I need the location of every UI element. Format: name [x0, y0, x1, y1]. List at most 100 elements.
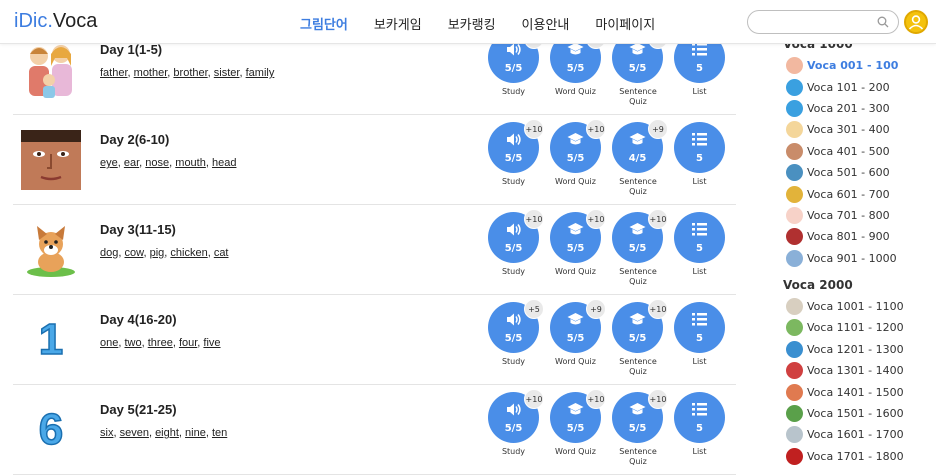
sidebar-item[interactable]: Voca 801 - 900 — [783, 226, 933, 247]
word-link[interactable]: chicken — [170, 247, 207, 259]
sentence-quiz-action: 5/5 +10 Sentence Quiz — [612, 209, 668, 287]
list-button[interactable]: 5 — [674, 122, 725, 173]
top-header: iDic.Voca 그림단어 보카게임 보카랭킹 이용안내 마이페이지 — [0, 0, 936, 44]
word-link[interactable]: six — [100, 427, 113, 439]
face-photo-icon — [21, 130, 81, 190]
sidebar-item[interactable]: Voca 101 - 200 — [783, 76, 933, 97]
word-link[interactable]: cow — [124, 247, 143, 259]
points-badge: +10 — [586, 209, 606, 229]
graduation-cap-icon — [629, 133, 646, 145]
word-link[interactable]: pig — [150, 247, 165, 259]
speaker-icon — [507, 403, 521, 416]
action-label: Sentence Quiz — [619, 267, 657, 286]
day-title[interactable]: Day 3(11-15) — [100, 222, 176, 237]
level-thumb-icon — [786, 249, 803, 267]
sidebar-item-label: Voca 101 - 200 — [807, 80, 890, 94]
day-title[interactable]: Day 2(6-10) — [100, 132, 169, 147]
sidebar-item-label: Voca 1301 - 1400 — [807, 364, 904, 378]
word-link[interactable]: mother — [134, 67, 168, 79]
sidebar-item[interactable]: Voca 1701 - 1800 — [783, 446, 933, 467]
score-text: 5/5 — [628, 63, 647, 74]
sidebar-item[interactable]: Voca 1501 - 1600 — [783, 403, 933, 424]
sidebar-item-label: Voca 1701 - 1800 — [807, 449, 904, 463]
list-button[interactable]: 5 — [674, 302, 725, 353]
site-logo[interactable]: iDic.Voca — [14, 10, 97, 33]
day-title[interactable]: Day 1(1-5) — [100, 42, 162, 57]
word-list: father, mother, brother, sister, family — [100, 67, 275, 79]
word-link[interactable]: nose — [145, 157, 169, 169]
sidebar-item[interactable]: Voca 1601 - 1700 — [783, 424, 933, 445]
nav-voca-game[interactable]: 보카게임 — [374, 14, 422, 33]
word-link[interactable]: sister — [214, 67, 240, 79]
word-link[interactable]: ten — [212, 427, 227, 439]
sidebar-item[interactable]: Voca 301 - 400 — [783, 119, 933, 140]
word-link[interactable]: one — [100, 337, 118, 349]
sidebar-item[interactable]: Voca 001 - 100 — [783, 55, 933, 76]
word-link[interactable]: family — [246, 67, 275, 79]
nav-voca-ranking[interactable]: 보카랭킹 — [448, 14, 496, 33]
points-badge: +10 — [648, 209, 668, 229]
sidebar-item[interactable]: Voca 901 - 1000 — [783, 248, 933, 269]
list-button[interactable]: 5 — [674, 212, 725, 263]
score-text: 5/5 — [566, 63, 585, 74]
day-title[interactable]: Day 4(16-20) — [100, 312, 177, 327]
lesson-actions: 5/5 +5 Study 5/5 +9 Word Quiz 5/5 +10 Sente… — [488, 299, 725, 377]
word-link[interactable]: dog — [100, 247, 118, 259]
score-text: 5/5 — [566, 153, 585, 164]
score-text: 5 — [696, 333, 703, 344]
action-label: Sentence Quiz — [619, 447, 657, 466]
sentence-quiz-action: 5/5 +10 Sentence Quiz — [612, 389, 668, 467]
score-text: 5/5 — [628, 243, 647, 254]
day-title[interactable]: Day 5(21-25) — [100, 402, 177, 417]
sidebar-item-label: Voca 1201 - 1300 — [807, 342, 904, 356]
word-link[interactable]: seven — [120, 427, 149, 439]
score-text: 5/5 — [566, 333, 585, 344]
score-text: 5/5 — [504, 333, 523, 344]
word-link[interactable]: five — [203, 337, 220, 349]
user-profile-icon[interactable] — [904, 10, 928, 34]
word-link[interactable]: head — [212, 157, 236, 169]
word-link[interactable]: mouth — [175, 157, 206, 169]
points-badge: +10 — [524, 209, 544, 229]
word-link[interactable]: nine — [185, 427, 206, 439]
search-input[interactable] — [758, 11, 878, 33]
points-badge: +9 — [648, 119, 668, 139]
word-link[interactable]: brother — [173, 67, 207, 79]
user-avatar-icon — [908, 15, 924, 30]
sidebar-item[interactable]: Voca 1201 - 1300 — [783, 339, 933, 360]
sidebar-item[interactable]: Voca 1001 - 1100 — [783, 296, 933, 317]
nav-my-page[interactable]: 마이페이지 — [595, 14, 655, 33]
word-link[interactable]: two — [124, 337, 141, 349]
search-box — [747, 10, 899, 34]
sidebar-item[interactable]: Voca 601 - 700 — [783, 183, 933, 204]
word-link[interactable]: three — [148, 337, 173, 349]
level-thumb-icon — [786, 426, 803, 444]
search-icon[interactable] — [877, 16, 889, 28]
word-link[interactable]: eight — [155, 427, 179, 439]
word-link[interactable]: father — [100, 67, 128, 79]
level-thumb-icon — [786, 164, 803, 182]
level-thumb-icon — [786, 319, 803, 337]
sidebar-item[interactable]: Voca 1301 - 1400 — [783, 360, 933, 381]
word-link[interactable]: ear — [124, 157, 139, 169]
word-link[interactable]: cat — [214, 247, 229, 259]
sidebar-item[interactable]: Voca 1401 - 1500 — [783, 381, 933, 402]
sentence-quiz-action: 4/5 +9 Sentence Quiz — [612, 119, 668, 197]
word-link[interactable]: four — [179, 337, 197, 349]
nav-picture-words[interactable]: 그림단어 — [300, 14, 348, 33]
sidebar-item[interactable]: Voca 401 - 500 — [783, 141, 933, 162]
nav-guide[interactable]: 이용안내 — [522, 14, 570, 33]
sidebar-item[interactable]: Voca 501 - 600 — [783, 162, 933, 183]
word-link[interactable]: eye — [100, 157, 118, 169]
sidebar-item-label: Voca 701 - 800 — [807, 208, 890, 222]
lesson-actions: 5/5 +10 Study 5/5 +10 Word Quiz 5/5 +10 Sen… — [488, 389, 725, 467]
sidebar-item[interactable]: Voca 701 - 800 — [783, 205, 933, 226]
action-label: Sentence Quiz — [619, 357, 657, 376]
sidebar-item[interactable]: Voca 1101 - 1200 — [783, 317, 933, 338]
sidebar-item[interactable]: Voca 201 - 300 — [783, 98, 933, 119]
action-label: Word Quiz — [555, 357, 596, 366]
score-text: 5/5 — [504, 63, 523, 74]
list-button[interactable]: 5 — [674, 392, 725, 443]
voca-sidebar: Voca 1000 Voca 001 - 100 Voca 101 - 200 Vo… — [783, 34, 933, 467]
graduation-cap-icon — [567, 133, 584, 145]
